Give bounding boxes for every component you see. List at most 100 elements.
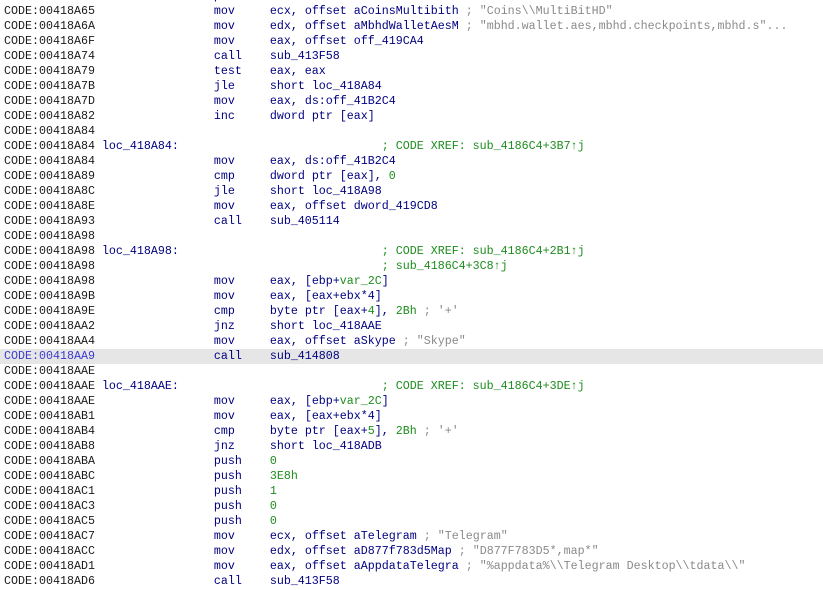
address[interactable]: CODE:00418AC1 bbox=[4, 484, 95, 498]
listing-row[interactable]: CODE:00418A98 loc_418A98: ; CODE XREF: s… bbox=[0, 244, 823, 259]
operand[interactable]: eax, ds:off_41B2C4 bbox=[270, 94, 396, 108]
address[interactable]: CODE:00418A7B bbox=[4, 79, 95, 93]
operand[interactable]: short loc_418A84 bbox=[270, 79, 382, 93]
operand[interactable]: eax, [ebp+ bbox=[270, 274, 340, 288]
address[interactable]: CODE:00418AB4 bbox=[4, 424, 95, 438]
code-label[interactable]: loc_418A84: bbox=[102, 139, 179, 153]
operand[interactable]: eax, offset dword_419CD8 bbox=[270, 199, 438, 213]
xref-comment[interactable]: ; CODE XREF: sub_4186C4+3DE↑j bbox=[382, 379, 585, 393]
listing-row[interactable]: CODE:00418A74 call sub_413F58 bbox=[0, 49, 823, 64]
listing-row[interactable]: CODE:00418AC7 mov ecx, offset aTelegram … bbox=[0, 529, 823, 544]
code-label[interactable]: loc_418A98: bbox=[102, 244, 179, 258]
xref-comment[interactable]: ; sub_4186C4+3C8↑j bbox=[382, 259, 508, 273]
operand[interactable]: edx, offset aMbhdWalletAesM bbox=[270, 19, 459, 33]
address[interactable]: CODE:00418AAE bbox=[4, 364, 95, 378]
operand[interactable]: ], bbox=[375, 304, 396, 318]
address[interactable]: CODE:00418A98 bbox=[4, 274, 95, 288]
operand[interactable]: short loc_418AAE bbox=[270, 319, 382, 333]
operand[interactable]: edx, offset aD877f783d5Map bbox=[270, 544, 452, 558]
listing-row[interactable]: CODE:00418A79 test eax, eax bbox=[0, 64, 823, 79]
listing-row[interactable]: CODE:00418AAE bbox=[0, 364, 823, 379]
operand[interactable]: ecx, offset aTelegram bbox=[270, 529, 417, 543]
listing-row[interactable]: CODE:00418AD6 call sub_413F58 bbox=[0, 574, 823, 589]
address[interactable]: CODE:00418A82 bbox=[4, 109, 95, 123]
operand[interactable]: short loc_418ADB bbox=[270, 439, 382, 453]
address[interactable]: CODE:00418AAE bbox=[4, 379, 95, 393]
listing-row[interactable]: CODE:00418AA4 mov eax, offset aSkype ; "… bbox=[0, 334, 823, 349]
operand[interactable]: sub_414808 bbox=[270, 349, 340, 363]
listing-row[interactable]: CODE:00418AB4 cmp byte ptr [eax+5], 2Bh … bbox=[0, 424, 823, 439]
listing-row[interactable]: CODE:00418ABA push 0 bbox=[0, 454, 823, 469]
listing-row[interactable]: CODE:00418AC3 push 0 bbox=[0, 499, 823, 514]
code-label[interactable]: loc_418AAE: bbox=[102, 379, 179, 393]
listing-row[interactable]: CODE:00418A7B jle short loc_418A84 bbox=[0, 79, 823, 94]
address[interactable]: CODE:00418AC7 bbox=[4, 529, 95, 543]
listing-row[interactable]: CODE:00418AAE loc_418AAE: ; CODE XREF: s… bbox=[0, 379, 823, 394]
operand[interactable]: eax, ds:off_41B2C4 bbox=[270, 154, 396, 168]
address[interactable]: CODE:00418A8E bbox=[4, 199, 95, 213]
address[interactable]: CODE:00418ACC bbox=[4, 544, 95, 558]
address[interactable]: CODE:00418AA4 bbox=[4, 334, 95, 348]
address[interactable]: CODE:00418AA2 bbox=[4, 319, 95, 333]
listing-row[interactable]: CODE:00418A6F mov eax, offset off_419CA4 bbox=[0, 34, 823, 49]
address[interactable]: CODE:00418A65 bbox=[4, 4, 95, 18]
operand[interactable]: short loc_418A98 bbox=[270, 184, 382, 198]
address[interactable]: CODE:00418ABC bbox=[4, 469, 95, 483]
address[interactable]: CODE:00418A8C bbox=[4, 184, 95, 198]
operand[interactable]: eax, eax bbox=[270, 64, 326, 78]
address[interactable]: CODE:00418AC3 bbox=[4, 499, 95, 513]
address[interactable]: CODE:00418A6A bbox=[4, 19, 95, 33]
address[interactable]: CODE:00418AAE bbox=[4, 394, 95, 408]
address[interactable]: CODE:00418AA9 bbox=[4, 349, 95, 363]
address[interactable]: CODE:00418A98 bbox=[4, 244, 95, 258]
listing-row[interactable]: CODE:00418AC1 push 1 bbox=[0, 484, 823, 499]
listing-row[interactable]: CODE:00418AB1 mov eax, [eax+ebx*4] bbox=[0, 409, 823, 424]
operand[interactable]: eax, [ebp+ bbox=[270, 394, 340, 408]
listing-row[interactable]: CODE:00418ABC push 3E8h bbox=[0, 469, 823, 484]
listing-row[interactable]: CODE:00418A84 bbox=[0, 124, 823, 139]
listing-row[interactable]: CODE:00418A65 mov ecx, offset aCoinsMult… bbox=[0, 4, 823, 19]
listing-row[interactable]: CODE:00418AB8 jnz short loc_418ADB bbox=[0, 439, 823, 454]
address[interactable]: CODE:00418A74 bbox=[4, 49, 95, 63]
address[interactable]: CODE:00418A93 bbox=[4, 214, 95, 228]
address[interactable]: CODE:00418A98 bbox=[4, 229, 95, 243]
address[interactable]: CODE:00418A84 bbox=[4, 139, 95, 153]
disassembly-listing[interactable]: CODE:00418A63 push 0CODE:00418A65 mov ec… bbox=[0, 0, 823, 589]
operand[interactable]: ] bbox=[382, 274, 389, 288]
address[interactable]: CODE:00418AB1 bbox=[4, 409, 95, 423]
address[interactable]: CODE:00418AC5 bbox=[4, 514, 95, 528]
listing-row[interactable]: CODE:00418AAE mov eax, [ebp+var_2C] bbox=[0, 394, 823, 409]
listing-row[interactable]: CODE:00418ACC mov edx, offset aD877f783d… bbox=[0, 544, 823, 559]
operand[interactable]: byte ptr [eax+ bbox=[270, 304, 368, 318]
address[interactable]: CODE:00418A7D bbox=[4, 94, 95, 108]
operand[interactable]: eax, offset aAppdataTelegra bbox=[270, 559, 459, 573]
listing-row[interactable]: CODE:00418A9B mov eax, [eax+ebx*4] bbox=[0, 289, 823, 304]
listing-row[interactable]: CODE:00418AD1 mov eax, offset aAppdataTe… bbox=[0, 559, 823, 574]
address[interactable]: CODE:00418A98 bbox=[4, 259, 95, 273]
listing-row[interactable]: CODE:00418A7D mov eax, ds:off_41B2C4 bbox=[0, 94, 823, 109]
address[interactable]: CODE:00418A84 bbox=[4, 124, 95, 138]
address[interactable]: CODE:00418A9E bbox=[4, 304, 95, 318]
address[interactable]: CODE:00418A79 bbox=[4, 64, 95, 78]
operand[interactable]: ] bbox=[382, 394, 389, 408]
listing-row[interactable]: CODE:00418A84 loc_418A84: ; CODE XREF: s… bbox=[0, 139, 823, 154]
operand[interactable]: dword ptr [eax] bbox=[270, 109, 375, 123]
listing-row[interactable]: CODE:00418A98 bbox=[0, 229, 823, 244]
address[interactable]: CODE:00418AD6 bbox=[4, 574, 95, 588]
address[interactable]: CODE:00418A89 bbox=[4, 169, 95, 183]
operand[interactable]: sub_405114 bbox=[270, 214, 340, 228]
listing-row[interactable]: CODE:00418A8E mov eax, offset dword_419C… bbox=[0, 199, 823, 214]
operand[interactable]: ecx, offset aCoinsMultibith bbox=[270, 4, 459, 18]
operand[interactable]: byte ptr [eax+ bbox=[270, 424, 368, 438]
listing-row-selected[interactable]: CODE:00418AA9 call sub_414808 bbox=[0, 349, 823, 364]
address[interactable]: CODE:00418AD1 bbox=[4, 559, 95, 573]
operand[interactable]: eax, offset off_419CA4 bbox=[270, 34, 424, 48]
operand[interactable]: dword ptr [eax], bbox=[270, 169, 389, 183]
listing-row[interactable]: CODE:00418A82 inc dword ptr [eax] bbox=[0, 109, 823, 124]
listing-row[interactable]: CODE:00418A84 mov eax, ds:off_41B2C4 bbox=[0, 154, 823, 169]
operand[interactable]: ], bbox=[375, 424, 396, 438]
listing-row[interactable]: CODE:00418A9E cmp byte ptr [eax+4], 2Bh … bbox=[0, 304, 823, 319]
listing-row[interactable]: CODE:00418A93 call sub_405114 bbox=[0, 214, 823, 229]
address[interactable]: CODE:00418ABA bbox=[4, 454, 95, 468]
address[interactable]: CODE:00418A63 bbox=[4, 0, 95, 3]
